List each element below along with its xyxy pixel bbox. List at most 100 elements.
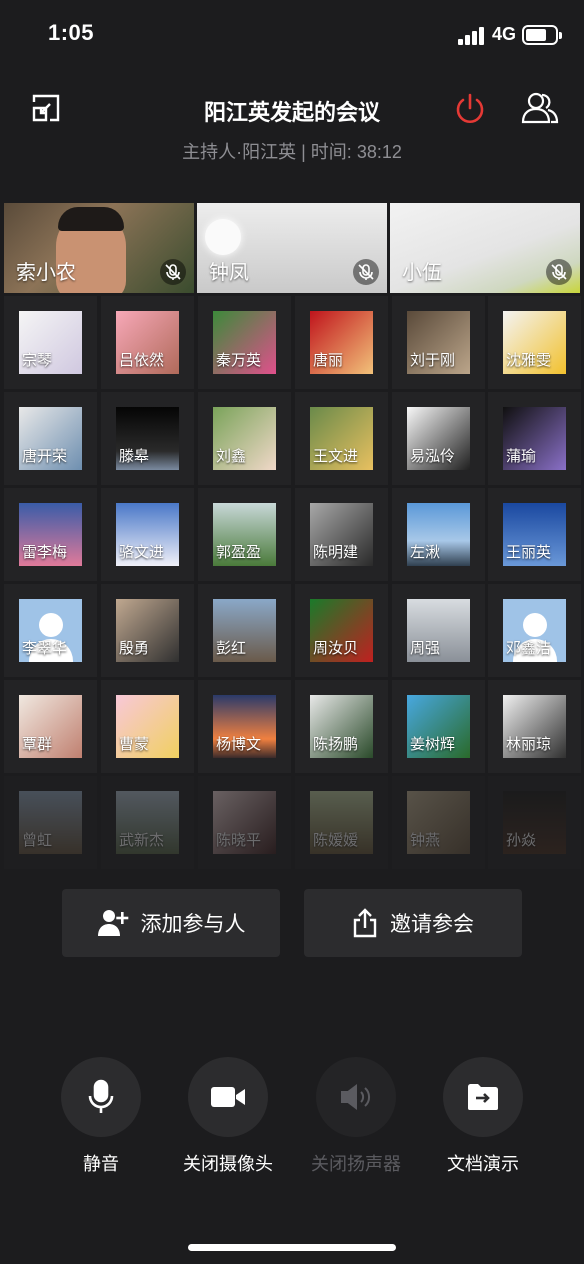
participant-cell[interactable]: 曾虹	[4, 776, 97, 869]
mic-muted-icon	[353, 259, 379, 285]
share-control[interactable]: 文档演示	[418, 1057, 548, 1177]
mic-muted-icon	[160, 259, 186, 285]
camera-label: 关闭摄像头	[183, 1154, 273, 1174]
participant-name: 宗琴	[22, 352, 53, 369]
invite-button[interactable]: 邀请参会	[304, 889, 522, 957]
participant-cell[interactable]: 刘于刚	[392, 296, 485, 389]
avatar: 钟燕	[407, 791, 470, 854]
share-label: 文档演示	[447, 1154, 519, 1174]
participant-name: 刘于刚	[410, 352, 456, 369]
participant-cell[interactable]: 王文进	[295, 392, 388, 485]
participant-cell[interactable]: 刘鑫	[198, 392, 291, 485]
share-icon	[353, 908, 377, 938]
participant-name: 易泓伶	[410, 448, 456, 465]
participant-cell[interactable]: 宗琴	[4, 296, 97, 389]
avatar: 王丽英	[503, 503, 566, 566]
meeting-subtitle: 主持人·阳江英 | 时间: 38:12	[182, 142, 402, 162]
speaker-icon	[341, 1084, 371, 1110]
participant-cell[interactable]: 陈嫒嫒	[295, 776, 388, 869]
share-document-button[interactable]	[443, 1057, 523, 1137]
participant-cell[interactable]: 曹蒙	[101, 680, 194, 773]
avatar: 刘于刚	[407, 311, 470, 374]
participant-cell[interactable]: 陈晓平	[198, 776, 291, 869]
participant-cell[interactable]: 左湫	[392, 488, 485, 581]
mute-button[interactable]	[61, 1057, 141, 1137]
participant-cell[interactable]: 陈扬鹏	[295, 680, 388, 773]
meeting-header: 阳江英发起的会议 主持人·阳江英 | 时间: 38:12	[0, 80, 584, 180]
participant-name: 滕皋	[119, 448, 150, 465]
participant-cell[interactable]: 郭盈盈	[198, 488, 291, 581]
mute-control[interactable]: 静音	[36, 1057, 166, 1177]
participant-grid: 宗琴 吕依然 秦万英 唐丽 刘于刚 沈雅雯唐开荣 滕皋 刘鑫 王文进 易泓伶 蒲瑜雷李梅 骆文进 郭盈盈…	[4, 296, 582, 870]
participant-cell[interactable]: 彭红	[198, 584, 291, 677]
participant-cell[interactable]: 沈雅雯	[488, 296, 581, 389]
participant-cell[interactable]: 蒲瑜	[488, 392, 581, 485]
video-tile[interactable]: 小伍	[390, 203, 580, 293]
participant-cell[interactable]: 唐开荣	[4, 392, 97, 485]
video-tile[interactable]: 索小农	[4, 203, 194, 293]
participant-name: 曹蒙	[119, 736, 150, 753]
speaker-control[interactable]: 关闭扬声器	[291, 1057, 421, 1177]
video-tile[interactable]: 钟凤	[197, 203, 387, 293]
default-avatar-icon	[39, 613, 63, 637]
avatar: 蒲瑜	[503, 407, 566, 470]
avatar: 李翠华	[19, 599, 82, 662]
participant-cell[interactable]: 殷勇	[101, 584, 194, 677]
video-name: 小伍	[402, 262, 442, 284]
participant-name: 唐丽	[313, 352, 344, 369]
home-indicator[interactable]	[188, 1244, 396, 1251]
camera-control[interactable]: 关闭摄像头	[163, 1057, 293, 1177]
participant-cell[interactable]: 王丽英	[488, 488, 581, 581]
participant-cell[interactable]: 邓鑫洁	[488, 584, 581, 677]
participant-cell[interactable]: 李翠华	[4, 584, 97, 677]
participant-cell[interactable]: 姜树辉	[392, 680, 485, 773]
avatar: 彭红	[213, 599, 276, 662]
participant-cell[interactable]: 杨博文	[198, 680, 291, 773]
participant-cell[interactable]: 秦万英	[198, 296, 291, 389]
participant-name: 蒲瑜	[506, 448, 537, 465]
participant-name: 陈扬鹏	[313, 736, 359, 753]
participant-cell[interactable]: 孙焱	[488, 776, 581, 869]
participant-cell[interactable]: 周汝贝	[295, 584, 388, 677]
status-bar: 1:05 4G	[0, 0, 584, 72]
avatar: 郭盈盈	[213, 503, 276, 566]
camera-button[interactable]	[188, 1057, 268, 1137]
avatar: 唐开荣	[19, 407, 82, 470]
participant-cell[interactable]: 武新杰	[101, 776, 194, 869]
invite-label: 邀请参会	[390, 913, 474, 936]
participant-cell[interactable]: 陈明建	[295, 488, 388, 581]
microphone-icon	[88, 1079, 114, 1113]
avatar: 武新杰	[116, 791, 179, 854]
video-name: 索小农	[16, 262, 76, 284]
add-participant-label: 添加参与人	[140, 913, 246, 936]
participant-name: 陈明建	[313, 544, 359, 561]
participant-cell[interactable]: 林丽琼	[488, 680, 581, 773]
participant-cell[interactable]: 钟燕	[392, 776, 485, 869]
participant-cell[interactable]: 骆文进	[101, 488, 194, 581]
participant-name: 雷李梅	[22, 544, 68, 561]
avatar: 覃群	[19, 695, 82, 758]
participant-cell[interactable]: 吕依然	[101, 296, 194, 389]
participant-name: 骆文进	[119, 544, 165, 561]
add-person-icon	[97, 910, 128, 936]
participant-cell[interactable]: 周强	[392, 584, 485, 677]
participant-name: 钟燕	[410, 832, 441, 849]
avatar: 陈明建	[310, 503, 373, 566]
power-icon	[456, 93, 484, 123]
participant-name: 李翠华	[22, 640, 68, 657]
participant-cell[interactable]: 雷李梅	[4, 488, 97, 581]
participants-button[interactable]	[520, 90, 560, 126]
add-participant-button[interactable]: 添加参与人	[62, 889, 280, 957]
participant-name: 陈晓平	[216, 832, 262, 849]
avatar: 周汝贝	[310, 599, 373, 662]
participant-cell[interactable]: 唐丽	[295, 296, 388, 389]
avatar: 唐丽	[310, 311, 373, 374]
speaker-button[interactable]	[316, 1057, 396, 1137]
avatar: 林丽琼	[503, 695, 566, 758]
end-meeting-button[interactable]	[452, 91, 488, 127]
participant-cell[interactable]: 覃群	[4, 680, 97, 773]
participant-cell[interactable]: 易泓伶	[392, 392, 485, 485]
participant-cell[interactable]: 滕皋	[101, 392, 194, 485]
participant-name: 杨博文	[216, 736, 262, 753]
participant-name: 郭盈盈	[216, 544, 262, 561]
